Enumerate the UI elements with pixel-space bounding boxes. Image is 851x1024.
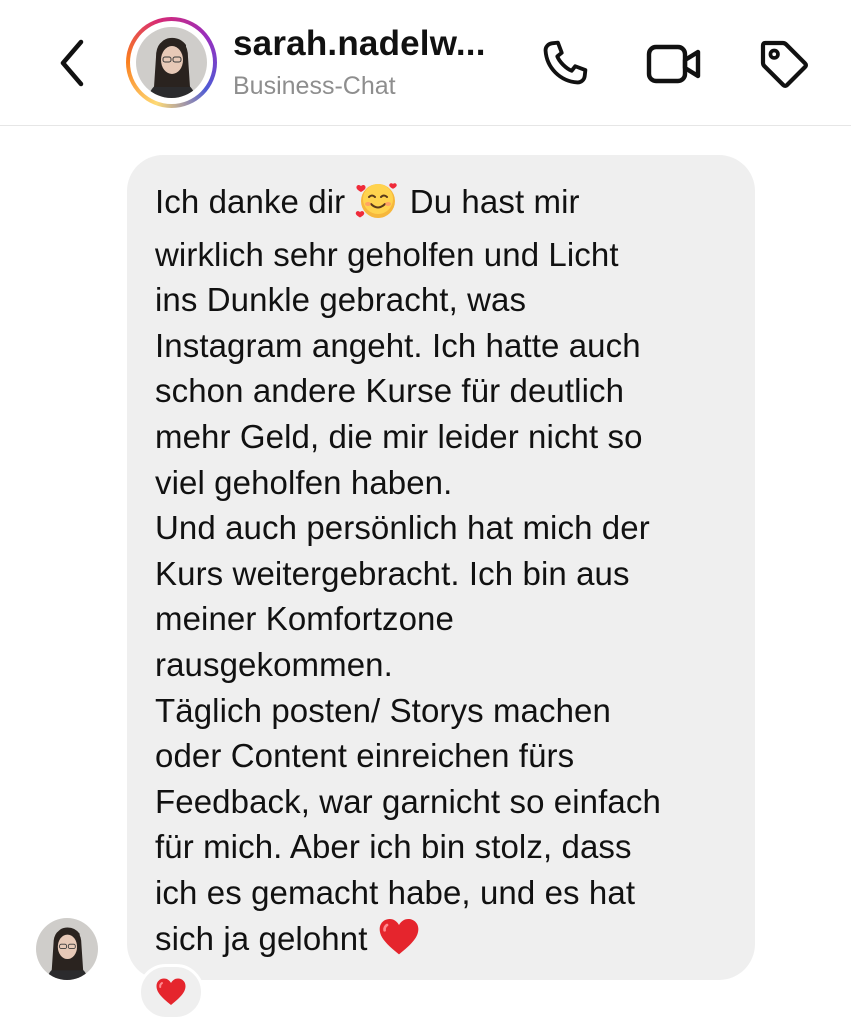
label-button[interactable] (754, 34, 814, 94)
message-line-text: sich ja gelohnt (155, 919, 377, 957)
message-line: ich es gemacht habe, und es hat (155, 870, 735, 916)
message-line: rausgekommen. (155, 642, 735, 688)
message-line: oder Content einreichen fürs (155, 733, 735, 779)
smiling-face-with-hearts-emoji (355, 180, 401, 232)
tag-icon (760, 40, 809, 89)
message-line: Ich danke dir Du hast mir (155, 179, 735, 232)
red-heart-icon (379, 918, 419, 954)
message-line-text: Täglich posten/ Storys machen (155, 691, 611, 729)
message-line-text: oder Content einreichen fürs (155, 737, 575, 775)
message-bubble[interactable]: Ich danke dir Du hast mir wirklich sehr g… (127, 155, 755, 980)
message-line: Und auch persönlich hat mich der (155, 505, 735, 551)
message-text: Ich danke dir Du hast mir wirklich sehr g… (155, 179, 735, 968)
message-line-text: ins Dunkle gebracht, was (155, 281, 527, 319)
message-line: wirklich sehr geholfen und Licht (155, 232, 735, 278)
avatar-image (136, 27, 207, 98)
message-line: Kurs weitergebracht. Ich bin aus (155, 551, 735, 597)
message-line-text: schon andere Kurse für deutlich (155, 372, 625, 410)
message-line: Täglich posten/ Storys machen (155, 688, 735, 734)
video-camera-icon (646, 44, 701, 84)
message-line-text: ich es gemacht habe, und es hat (155, 873, 636, 911)
message-reaction[interactable] (138, 964, 204, 1020)
video-call-button[interactable] (645, 34, 705, 94)
smiling-face-with-hearts-icon (355, 183, 397, 218)
message-line: schon andere Kurse für deutlich (155, 368, 735, 414)
message-line: viel geholfen haben. (155, 460, 735, 506)
message-line-text: Instagram angeht. Ich hatte auch (155, 326, 641, 364)
message-line-text: Und auch persönlich hat mich der (155, 509, 650, 547)
profile-avatar[interactable] (126, 17, 217, 108)
message-line: für mich. Aber ich bin stolz, dass (155, 824, 735, 870)
red-heart-emoji (377, 917, 421, 969)
message-line-text: mehr Geld, die mir leider nicht so (155, 417, 643, 455)
message-line-text: meiner Komfortzone (155, 600, 454, 638)
sender-avatar[interactable] (36, 918, 98, 980)
message-line-text: Kurs weitergebracht. Ich bin aus (155, 554, 630, 592)
message-line: Instagram angeht. Ich hatte auch (155, 323, 735, 369)
message-line: meiner Komfortzone (155, 596, 735, 642)
message-line: Feedback, war garnicht so einfach (155, 779, 735, 825)
phone-icon (543, 40, 588, 85)
message-line: sich ja gelohnt (155, 916, 735, 969)
chat-subtitle: Business-Chat (233, 72, 396, 100)
call-button[interactable] (534, 34, 594, 94)
message-line: mehr Geld, die mir leider nicht so (155, 414, 735, 460)
message-line-text: Du hast mir (400, 183, 580, 220)
back-chevron-icon (60, 39, 84, 87)
back-button[interactable] (48, 34, 96, 92)
message-line-text: Feedback, war garnicht so einfach (155, 782, 661, 820)
chat-header: sarah.nadelw... Business-Chat (0, 0, 851, 126)
red-heart-icon (156, 978, 186, 1005)
chat-title[interactable]: sarah.nadelw... (233, 24, 486, 64)
message-line: ins Dunkle gebracht, was (155, 277, 735, 323)
message-line-text: viel geholfen haben. (155, 463, 453, 501)
message-line-text: wirklich sehr geholfen und Licht (155, 235, 619, 273)
message-line-text: rausgekommen. (155, 645, 393, 683)
message-line-text: für mich. Aber ich bin stolz, dass (155, 828, 632, 866)
message-line-text: Ich danke dir (155, 183, 355, 220)
